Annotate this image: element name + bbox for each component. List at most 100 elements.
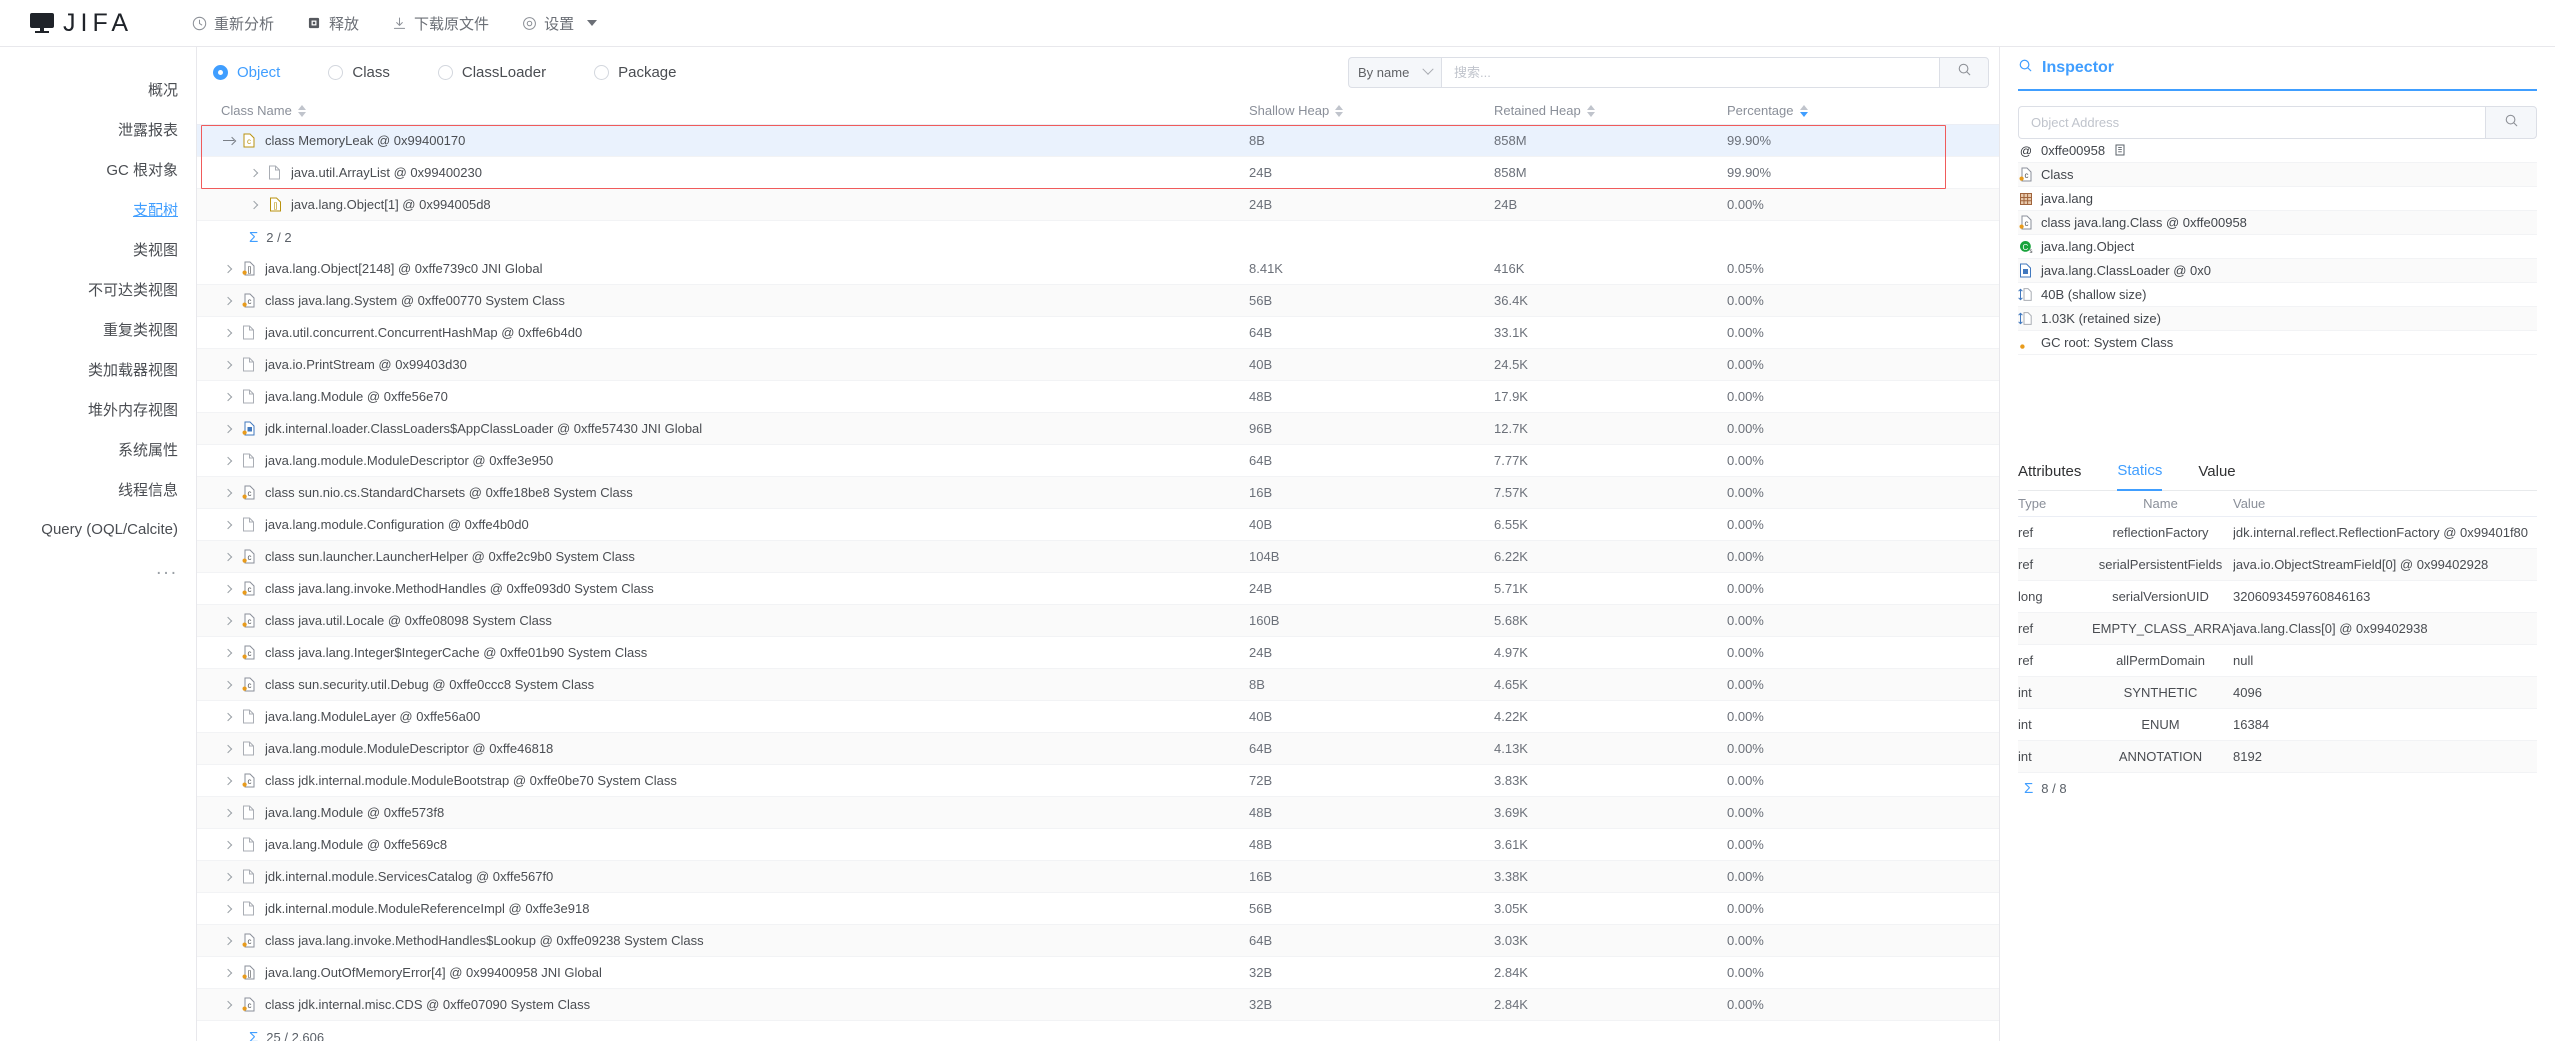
statics-row[interactable]: ref reflectionFactory jdk.internal.reflect… xyxy=(2018,517,2537,549)
table-row[interactable]: c class jdk.internal.misc.CDS @ 0xffe0709… xyxy=(197,989,1999,1021)
expand-row-icon[interactable] xyxy=(221,582,235,596)
table-row[interactable]: java.lang.Module @ 0xffe569c8 48B 3.61K 0.0… xyxy=(197,829,1999,861)
radio-package[interactable]: Package xyxy=(594,64,676,81)
menu-item-reanalyze[interactable]: 重新分析 xyxy=(175,0,290,47)
sidebar-item-class-view[interactable]: 类视图 xyxy=(0,229,196,269)
sort-toggle-shallow-heap[interactable] xyxy=(1335,104,1344,117)
expand-row-icon[interactable] xyxy=(221,294,235,308)
expand-row-icon[interactable] xyxy=(221,646,235,660)
sidebar-item-overview[interactable]: 概况 xyxy=(0,69,196,109)
expand-row-icon[interactable] xyxy=(221,838,235,852)
table-row[interactable]: c class sun.nio.cs.StandardCharsets @ 0xf… xyxy=(197,477,1999,509)
expand-row-icon[interactable] xyxy=(221,806,235,820)
sidebar-item-gc-roots[interactable]: GC 根对象 xyxy=(0,149,196,189)
tab-attributes[interactable]: Attributes xyxy=(2018,453,2081,491)
radio-object[interactable]: Object xyxy=(213,64,280,81)
search-input[interactable] xyxy=(1441,56,1939,88)
expand-row-icon[interactable] xyxy=(221,742,235,756)
expand-row-icon[interactable] xyxy=(221,678,235,692)
statics-row[interactable]: int ENUM 16384 xyxy=(2018,709,2537,741)
tab-statics[interactable]: Statics xyxy=(2117,453,2163,491)
sort-toggle-percentage[interactable] xyxy=(1799,104,1808,117)
table-row[interactable]: c class jdk.internal.module.ModuleBootstr… xyxy=(197,765,1999,797)
search-mode-select[interactable]: By name xyxy=(1348,56,1441,88)
table-row[interactable]: java.lang.module.ModuleDescriptor @ 0xff… xyxy=(197,445,1999,477)
inspector-row[interactable]: 40B (shallow size) xyxy=(2018,283,2537,307)
inspector-row[interactable]: 1.03K (retained size) xyxy=(2018,307,2537,331)
inspector-row[interactable]: java.lang.ClassLoader @ 0x0 xyxy=(2018,259,2537,283)
sort-toggle-class-name[interactable] xyxy=(297,104,306,117)
column-header-retained-heap[interactable]: Retained Heap xyxy=(1494,103,1727,118)
table-row[interactable]: [] java.lang.OutOfMemoryError[4] @ 0x9940… xyxy=(197,957,1999,989)
brand[interactable]: JIFA xyxy=(30,9,133,38)
menu-item-release[interactable]: 释放 xyxy=(290,0,375,47)
expand-row-icon[interactable] xyxy=(221,358,235,372)
sidebar-more-button[interactable]: ... xyxy=(0,549,196,589)
column-header-shallow-heap[interactable]: Shallow Heap xyxy=(1249,103,1494,118)
copy-icon[interactable] xyxy=(2113,143,2128,158)
expand-row-icon[interactable] xyxy=(221,262,235,276)
expand-row-icon[interactable] xyxy=(247,166,261,180)
table-row[interactable]: jdk.internal.module.ServicesCatalog @ 0x… xyxy=(197,861,1999,893)
radio-class[interactable]: Class xyxy=(328,64,390,81)
sidebar-item-direct-memory-view[interactable]: 堆外内存视图 xyxy=(0,389,196,429)
column-header-class-name[interactable]: Class Name xyxy=(197,103,1249,118)
sidebar-item-leak-report[interactable]: 泄露报表 xyxy=(0,109,196,149)
table-row[interactable]: java.util.concurrent.ConcurrentHashMap @… xyxy=(197,317,1999,349)
table-row[interactable]: c class java.lang.invoke.MethodHandles$Lo… xyxy=(197,925,1999,957)
sidebar-item-classloader-view[interactable]: 类加载器视图 xyxy=(0,349,196,389)
table-row[interactable]: c class MemoryLeak @ 0x99400170 8B 858M 99.9… xyxy=(197,125,1999,157)
sidebar-item-dominator-tree[interactable]: 支配树 xyxy=(0,189,196,229)
collapse-row-icon[interactable] xyxy=(221,134,235,148)
expand-row-icon[interactable] xyxy=(221,934,235,948)
inspector-row[interactable]: c Class xyxy=(2018,163,2537,187)
table-row[interactable]: jdk.internal.module.ModuleReferenceImpl … xyxy=(197,893,1999,925)
search-button[interactable] xyxy=(1939,56,1989,88)
table-row[interactable]: c class sun.security.util.Debug @ 0xffe0c… xyxy=(197,669,1999,701)
sidebar-item-unreachable-class-view[interactable]: 不可达类视图 xyxy=(0,269,196,309)
table-row[interactable]: java.lang.Module @ 0xffe56e70 48B 17.9K 0.0… xyxy=(197,381,1999,413)
tab-value[interactable]: Value xyxy=(2198,453,2235,491)
statics-row[interactable]: ref serialPersistentFields java.io.ObjectS… xyxy=(2018,549,2537,581)
statics-row[interactable]: int ANNOTATION 8192 xyxy=(2018,741,2537,773)
statics-row[interactable]: ref allPermDomain null xyxy=(2018,645,2537,677)
table-row[interactable]: [] java.lang.Object[2148] @ 0xffe739c0 JN… xyxy=(197,253,1999,285)
table-row[interactable]: java.lang.ModuleLayer @ 0xffe56a00 40B 4.2… xyxy=(197,701,1999,733)
expand-row-icon[interactable] xyxy=(221,422,235,436)
table-row[interactable]: jdk.internal.loader.ClassLoaders$AppClas… xyxy=(197,413,1999,445)
expand-row-icon[interactable] xyxy=(221,966,235,980)
expand-row-icon[interactable] xyxy=(221,710,235,724)
expand-row-icon[interactable] xyxy=(221,486,235,500)
table-row[interactable]: c class java.lang.invoke.MethodHandles @ … xyxy=(197,573,1999,605)
inspector-row[interactable]: java.lang xyxy=(2018,187,2537,211)
table-row[interactable]: java.io.PrintStream @ 0x99403d30 40B 24.5K… xyxy=(197,349,1999,381)
sidebar-item-query[interactable]: Query (OQL/Calcite) xyxy=(0,509,196,549)
expand-row-icon[interactable] xyxy=(221,614,235,628)
expand-row-icon[interactable] xyxy=(221,390,235,404)
expand-row-icon[interactable] xyxy=(221,518,235,532)
table-row[interactable]: java.lang.Module @ 0xffe573f8 48B 3.69K 0.0… xyxy=(197,797,1999,829)
sidebar-item-duplicate-class-view[interactable]: 重复类视图 xyxy=(0,309,196,349)
expand-row-icon[interactable] xyxy=(221,774,235,788)
inspector-row[interactable]: Cs java.lang.Object xyxy=(2018,235,2537,259)
menu-item-settings[interactable]: 设置 xyxy=(505,0,613,47)
table-row[interactable]: java.lang.module.ModuleDescriptor @ 0xff… xyxy=(197,733,1999,765)
menu-item-download[interactable]: 下载原文件 xyxy=(375,0,505,47)
inspector-row[interactable]: GC root: System Class xyxy=(2018,331,2537,355)
table-row[interactable]: c class java.lang.Integer$IntegerCache @ … xyxy=(197,637,1999,669)
expand-row-icon[interactable] xyxy=(221,998,235,1012)
inspector-row[interactable]: c class java.lang.Class @ 0xffe00958 xyxy=(2018,211,2537,235)
sidebar-item-thread-info[interactable]: 线程信息 xyxy=(0,469,196,509)
radio-classloader[interactable]: ClassLoader xyxy=(437,64,546,81)
expand-row-icon[interactable] xyxy=(221,870,235,884)
table-row[interactable]: [] java.lang.Object[1] @ 0x994005d8 24B 24B… xyxy=(197,189,1999,221)
expand-row-icon[interactable] xyxy=(221,550,235,564)
object-address-search-button[interactable] xyxy=(2485,106,2537,139)
table-row[interactable]: java.util.ArrayList @ 0x99400230 24B 858M 9… xyxy=(197,157,1999,189)
column-header-percentage[interactable]: Percentage xyxy=(1727,103,1999,118)
object-address-input[interactable] xyxy=(2018,106,2485,139)
table-row[interactable]: java.lang.module.Configuration @ 0xffe4b… xyxy=(197,509,1999,541)
statics-row[interactable]: ref EMPTY_CLASS_ARRAY java.lang.Class[0] @… xyxy=(2018,613,2537,645)
statics-row[interactable]: int SYNTHETIC 4096 xyxy=(2018,677,2537,709)
expand-row-icon[interactable] xyxy=(247,198,261,212)
